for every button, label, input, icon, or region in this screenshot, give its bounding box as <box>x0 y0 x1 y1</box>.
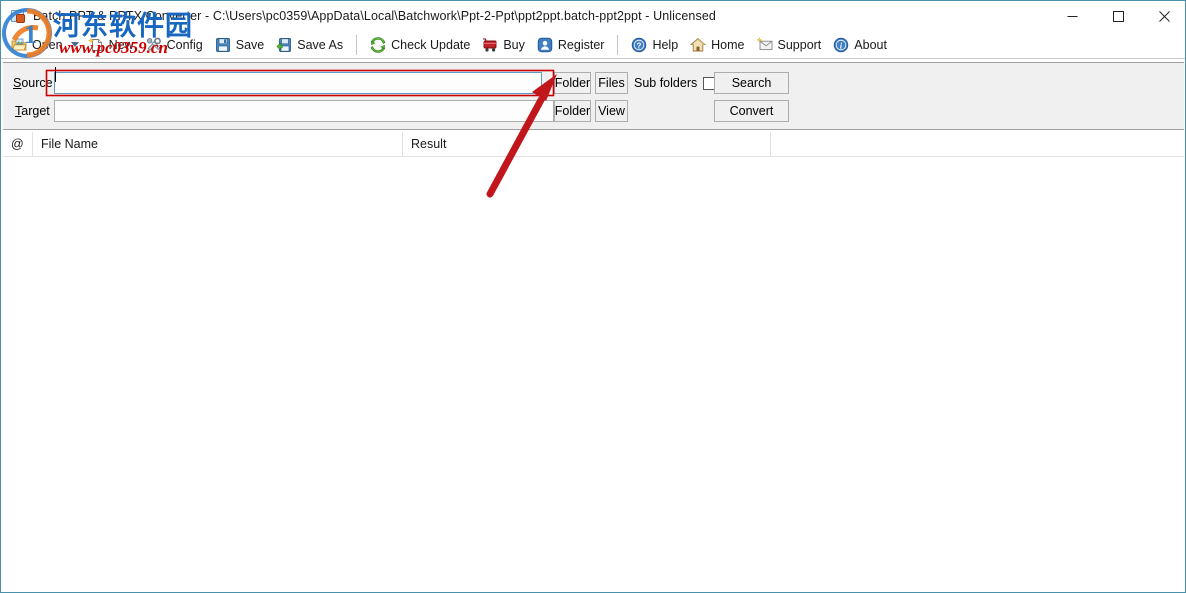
new-document-icon <box>87 37 102 51</box>
toolbar-separator-1 <box>356 34 358 55</box>
toolbar-register-label: Register <box>557 37 605 52</box>
minimize-icon[interactable] <box>1049 1 1095 32</box>
save-floppy-icon <box>215 37 230 52</box>
refresh-arrows-icon <box>370 36 386 53</box>
toolbar-about-label: About <box>854 37 887 52</box>
toolbar-home-button[interactable]: Home <box>684 33 750 57</box>
toolbar-about-button[interactable]: i About <box>827 33 893 57</box>
toolbar-save-as-button[interactable]: Save As <box>270 33 349 57</box>
source-folder-button[interactable]: Folder <box>554 72 591 94</box>
register-key-icon <box>537 37 553 52</box>
about-info-icon: i <box>834 37 849 52</box>
toolbar-help-button[interactable]: ? Help <box>625 33 684 57</box>
toolbar-save-label: Save <box>235 37 265 52</box>
file-list-header: @ File Name Result <box>3 132 1184 157</box>
application-window: Batch PPT & PPTX Converter - C:\Users\pc… <box>0 0 1186 593</box>
toolbar-config-label: Config <box>166 37 203 52</box>
source-files-button[interactable]: Files <box>595 72 628 94</box>
source-input[interactable] <box>54 72 542 94</box>
toolbar-check-update-button[interactable]: Check Update <box>364 33 476 57</box>
search-button[interactable]: Search <box>714 72 789 94</box>
toolbar-separator-2 <box>617 34 619 55</box>
toolbar-save-button[interactable]: Save <box>209 33 271 57</box>
convert-button[interactable]: Convert <box>714 100 789 122</box>
window-title: Batch PPT & PPTX Converter - C:\Users\pc… <box>33 9 716 23</box>
toolbar-register-button[interactable]: Register <box>531 33 611 57</box>
source-text-caret <box>55 67 56 82</box>
target-input[interactable] <box>54 100 554 122</box>
svg-text:?: ? <box>637 41 642 50</box>
toolbar-save-as-label: Save As <box>297 37 344 52</box>
toolbar-support-label: Support <box>777 37 822 52</box>
column-header-file-name[interactable]: File Name <box>33 132 403 157</box>
file-list-body[interactable] <box>3 157 1184 590</box>
help-question-icon: ? <box>632 37 647 52</box>
target-folder-button[interactable]: Folder <box>554 100 591 122</box>
source-target-panel: Source Folder Files Sub folders Search T… <box>3 62 1184 130</box>
toolbar-new-label: New <box>108 37 134 52</box>
column-header-at[interactable]: @ <box>3 132 33 157</box>
toolbar-help-label: Help <box>652 37 679 52</box>
target-label: Target <box>15 104 50 118</box>
save-as-floppy-icon <box>276 37 292 52</box>
shopping-cart-icon <box>483 37 497 52</box>
toolbar-buy-label: Buy <box>503 37 525 52</box>
toolbar-open-button[interactable]: Open <box>5 33 69 57</box>
config-tools-icon <box>146 37 161 51</box>
toolbar-check-update-label: Check Update <box>391 37 471 52</box>
toolbar-buy-button[interactable]: Buy <box>476 33 531 57</box>
toolbar-new-button[interactable]: New <box>82 33 140 57</box>
maximize-icon[interactable] <box>1095 1 1141 32</box>
column-header-result[interactable]: Result <box>403 132 771 157</box>
title-bar: Batch PPT & PPTX Converter - C:\Users\pc… <box>1 0 1185 32</box>
open-folder-icon <box>11 38 27 50</box>
sub-folders-checkbox-group[interactable]: Sub folders <box>634 72 717 94</box>
window-controls <box>1049 1 1185 32</box>
toolbar-config-button[interactable]: Config <box>140 33 209 57</box>
sub-folders-label: Sub folders <box>634 76 698 90</box>
close-icon[interactable] <box>1141 1 1185 32</box>
toolbar-support-button[interactable]: Support <box>751 33 828 57</box>
file-list: @ File Name Result <box>3 132 1184 590</box>
toolbar-open-label: Open <box>32 37 63 52</box>
main-toolbar: Open New Config Save Save As Check Updat… <box>1 31 1185 59</box>
toolbar-home-label: Home <box>711 37 745 52</box>
source-label: Source <box>13 76 53 90</box>
home-house-icon <box>690 37 707 51</box>
target-view-button[interactable]: View <box>595 100 628 122</box>
open-dropdown-caret-icon[interactable] <box>69 33 82 57</box>
document-convert-icon <box>10 8 26 24</box>
support-mail-icon <box>756 36 772 50</box>
